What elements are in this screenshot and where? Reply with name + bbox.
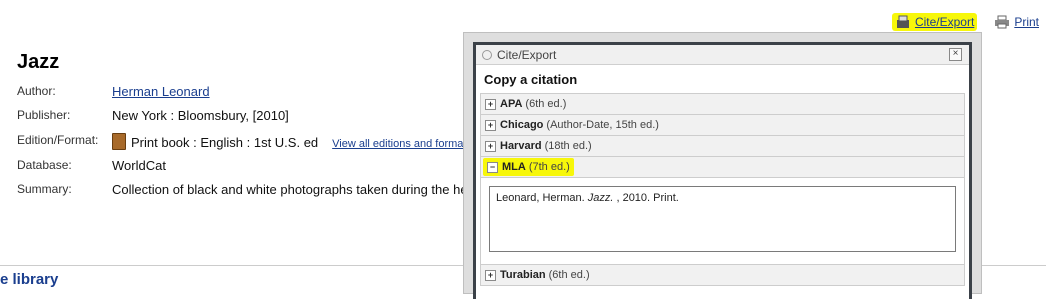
edition-format-label: Edition/Format: (17, 133, 99, 147)
summary-label: Summary: (17, 182, 72, 196)
mla-highlight: − MLA (7th ed.) (483, 158, 574, 176)
style-edition: (6th ed.) (548, 269, 590, 281)
printer-icon (994, 15, 1010, 29)
author-link[interactable]: Herman Leonard (112, 84, 210, 99)
library-heading: e library (0, 271, 59, 288)
style-name: MLA (502, 161, 526, 173)
format-text: Print book : English : 1st U.S. ed (131, 135, 319, 150)
citation-text-part: , 2010. Print. (613, 192, 679, 204)
style-edition: (6th ed.) (525, 98, 567, 110)
expand-icon: + (485, 269, 496, 281)
style-edition: (18th ed.) (544, 140, 592, 152)
style-name: APA (500, 98, 523, 110)
edition-format-value: Print book : English : 1st U.S. ed View a… (112, 133, 472, 150)
author-label: Author: (17, 84, 56, 98)
book-icon (112, 133, 126, 150)
cite-export-link[interactable]: Cite/Export (891, 13, 978, 31)
style-name: Harvard (500, 140, 542, 152)
citation-style-turabian[interactable]: + Turabian (6th ed.) (480, 264, 965, 286)
close-button[interactable]: × (949, 48, 962, 61)
citation-style-mla[interactable]: − MLA (7th ed.) (480, 156, 965, 177)
database-label: Database: (17, 158, 72, 172)
dialog-title: Cite/Export (497, 47, 557, 62)
style-edition: (7th ed.) (528, 161, 570, 173)
cite-export-dialog: Cite/Export × Copy a citation + APA (6th… (463, 32, 982, 299)
style-name: Turabian (500, 269, 546, 281)
citation-style-harvard[interactable]: + Harvard (18th ed.) (480, 135, 965, 156)
print-label: Print (1014, 15, 1039, 29)
mla-citation-panel: Leonard, Herman. Jazz. , 2010. Print. (480, 177, 965, 264)
expand-icon: + (485, 98, 496, 110)
record-title: Jazz (17, 51, 60, 73)
copy-citation-heading: Copy a citation (484, 72, 578, 87)
gear-icon (482, 49, 492, 60)
summary-value: Collection of black and white photograph… (112, 182, 471, 197)
expand-icon: + (485, 140, 496, 152)
database-value: WorldCat (112, 158, 166, 173)
citation-text-box[interactable]: Leonard, Herman. Jazz. , 2010. Print. (489, 186, 956, 252)
citation-title-italic: Jazz. (587, 192, 614, 204)
citation-style-apa[interactable]: + APA (6th ed.) (480, 93, 965, 114)
citation-text-part: Leonard, Herman. (496, 192, 588, 204)
print-link[interactable]: Print (991, 13, 1042, 31)
collapse-icon: − (487, 161, 498, 173)
publisher-value: New York : Bloomsbury, [2010] (112, 108, 289, 123)
cite-export-icon (895, 15, 911, 29)
cite-export-label: Cite/Export (914, 15, 975, 29)
style-name: Chicago (500, 119, 544, 131)
expand-icon: + (485, 119, 496, 131)
dialog-header: Cite/Export × (476, 45, 969, 65)
citation-style-chicago[interactable]: + Chicago (Author-Date, 15th ed.) (480, 114, 965, 135)
view-all-editions-link[interactable]: View all editions and formats (332, 138, 472, 150)
citation-style-list: + APA (6th ed.) + Chicago (Author-Date, … (480, 93, 965, 286)
publisher-label: Publisher: (17, 108, 71, 122)
author-value: Herman Leonard (112, 84, 210, 99)
style-edition: (Author-Date, 15th ed.) (546, 119, 659, 131)
